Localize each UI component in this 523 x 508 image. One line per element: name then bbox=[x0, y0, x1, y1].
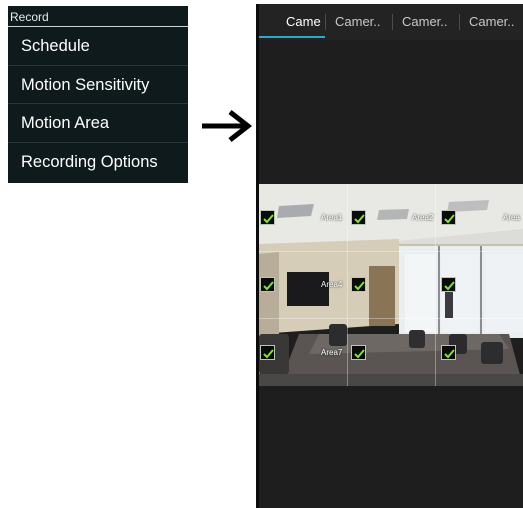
tab-camera-3[interactable]: Camer.. bbox=[392, 4, 459, 40]
checkmark-icon bbox=[354, 281, 365, 291]
menu-header: Record bbox=[8, 6, 188, 27]
camera-tab-bar: Came Camer.. Camer.. Camer.. bbox=[256, 4, 523, 40]
tab-camera-2[interactable]: Camer.. bbox=[325, 4, 392, 40]
area-9-checkbox[interactable] bbox=[441, 345, 456, 360]
checkmark-icon bbox=[444, 281, 455, 291]
area-4-checkbox[interactable] bbox=[260, 277, 275, 292]
area-5-checkbox[interactable] bbox=[351, 277, 366, 292]
grid-line bbox=[259, 251, 523, 252]
checkmark-icon bbox=[354, 349, 365, 359]
area-3-checkbox[interactable] bbox=[441, 210, 456, 225]
checkmark-icon bbox=[263, 281, 274, 291]
checkmark-icon bbox=[354, 214, 365, 224]
tab-camera-1[interactable]: Came bbox=[256, 4, 325, 40]
camera-motion-area-view[interactable]: Area1 Area2 Area Area4 Area7 bbox=[259, 184, 523, 386]
menu-item-motion-sensitivity[interactable]: Motion Sensitivity bbox=[8, 66, 188, 104]
phone-edge bbox=[256, 4, 259, 508]
checkmark-icon bbox=[263, 214, 274, 224]
grid-line bbox=[347, 184, 348, 386]
checkmark-icon bbox=[444, 214, 455, 224]
area-1-checkbox[interactable] bbox=[260, 210, 275, 225]
phone-screen: Came Camer.. Camer.. Camer.. Area1 Area2… bbox=[256, 4, 523, 508]
grid-line bbox=[259, 318, 523, 319]
area-7-checkbox[interactable] bbox=[260, 345, 275, 360]
area-7-label: Area7 bbox=[321, 348, 343, 357]
right-arrow-icon bbox=[202, 110, 253, 142]
area-2-checkbox[interactable] bbox=[351, 210, 366, 225]
record-menu: Record Schedule Motion Sensitivity Motio… bbox=[8, 6, 188, 183]
area-3-label: Area bbox=[503, 213, 520, 222]
camera-feed-image bbox=[259, 184, 523, 386]
tab-camera-4[interactable]: Camer.. bbox=[459, 4, 523, 40]
menu-item-schedule[interactable]: Schedule bbox=[8, 27, 188, 66]
menu-item-recording-options[interactable]: Recording Options bbox=[8, 143, 188, 182]
area-1-label: Area1 bbox=[321, 213, 343, 222]
area-2-label: Area2 bbox=[412, 213, 434, 222]
area-8-checkbox[interactable] bbox=[351, 345, 366, 360]
grid-line bbox=[435, 184, 436, 386]
checkmark-icon bbox=[444, 349, 455, 359]
menu-item-motion-area[interactable]: Motion Area bbox=[8, 104, 188, 143]
area-6-checkbox[interactable] bbox=[441, 277, 456, 292]
area-4-label: Area4 bbox=[321, 280, 343, 289]
checkmark-icon bbox=[263, 349, 274, 359]
